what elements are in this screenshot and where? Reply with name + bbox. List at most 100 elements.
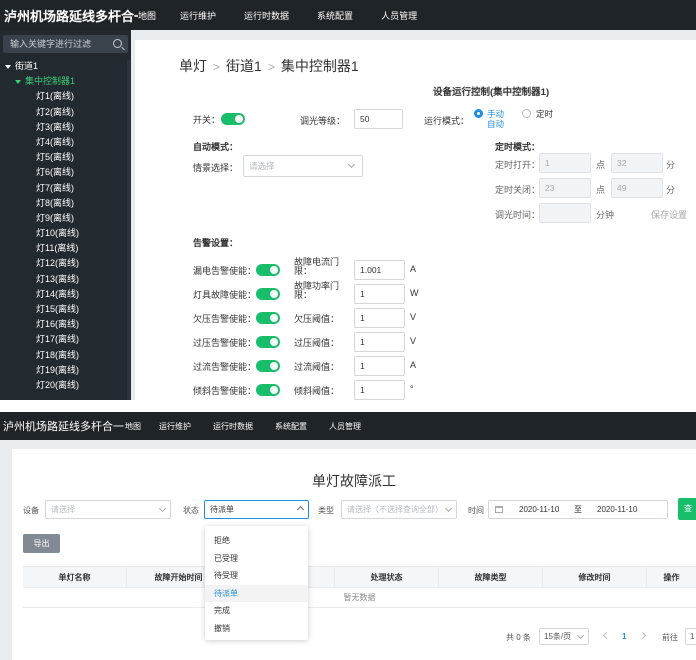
- breadcrumb-lamp[interactable]: 单灯: [179, 58, 207, 74]
- alarm-threshold-input[interactable]: 1: [354, 380, 405, 400]
- status-option[interactable]: 撤销: [205, 620, 308, 637]
- timer-on-minute-input[interactable]: 32: [611, 153, 663, 173]
- tree-node[interactable]: 集中控制器1: [0, 74, 131, 89]
- tree-node-label: 灯19(离线): [36, 364, 80, 375]
- tree-node-label: 灯10(离线): [36, 228, 80, 239]
- nav-system-config[interactable]: 系统配置: [317, 9, 353, 22]
- nav-operation[interactable]: 运行维护: [159, 421, 191, 432]
- tree-node[interactable]: 灯18(离线): [0, 348, 131, 363]
- status-option[interactable]: 待受理: [205, 567, 308, 584]
- tree-node-label: 灯18(离线): [36, 349, 80, 360]
- switch-label: 开关：: [193, 115, 221, 125]
- alarm-enable-toggle[interactable]: [256, 264, 280, 276]
- nav-runtime-data[interactable]: 运行时数据: [244, 9, 289, 22]
- col-operation: 操作: [663, 573, 680, 582]
- col-modified-time[interactable]: 修改时间: [543, 567, 647, 588]
- save-settings-button[interactable]: 保存设置: [651, 208, 687, 221]
- tree-node[interactable]: 灯19(离线): [0, 363, 131, 378]
- alarm-threshold-input[interactable]: 1: [354, 284, 405, 304]
- tree-node-label: 灯9(离线): [36, 212, 74, 223]
- nav-runtime-data[interactable]: 运行时数据: [213, 421, 253, 432]
- tree-node[interactable]: 灯3(离线): [0, 120, 131, 135]
- tree-search-input[interactable]: [3, 35, 111, 53]
- status-filter-label: 状态: [183, 506, 199, 515]
- mode-timer-radio[interactable]: [522, 109, 531, 118]
- status-option[interactable]: 拒绝: [205, 532, 308, 549]
- tree-node[interactable]: 灯10(离线): [0, 226, 131, 241]
- tree-node[interactable]: 灯2(离线): [0, 105, 131, 120]
- nav-user-management[interactable]: 人员管理: [329, 421, 361, 432]
- col-fault-type[interactable]: 故障类型: [439, 567, 543, 588]
- tree-node[interactable]: 灯14(离线): [0, 287, 131, 302]
- alarm-enable-label: 漏电告警使能：: [193, 266, 257, 276]
- pager-goto-input[interactable]: 1: [685, 628, 696, 645]
- tree-node[interactable]: 灯20(离线): [0, 378, 131, 393]
- lamp-control-screen: 泸州机场路延线多杆合一 地图 运行维护 运行时数据 系统配置 人员管理 街道1 集…: [0, 0, 696, 400]
- tree-node[interactable]: 灯16(离线): [0, 317, 131, 332]
- tree-node[interactable]: 灯5(离线): [0, 150, 131, 165]
- alarm-enable-toggle[interactable]: [256, 312, 280, 324]
- breadcrumb-street[interactable]: 街道1: [226, 58, 262, 74]
- type-filter-select[interactable]: 请选择（不选择查询全部）: [341, 500, 457, 519]
- app-title: 泸州机场路延线多杆合一: [4, 8, 138, 24]
- tree-node[interactable]: 街道1: [0, 59, 131, 74]
- alarm-threshold-input[interactable]: 1.001: [354, 260, 405, 280]
- export-button[interactable]: 导出: [23, 534, 60, 553]
- alarm-threshold-input[interactable]: 1: [354, 356, 405, 376]
- alarm-threshold-input[interactable]: 1: [354, 308, 405, 328]
- date-end[interactable]: 2020-11-10: [597, 501, 637, 518]
- mode-manual-radio[interactable]: [474, 109, 483, 118]
- alarm-enable-toggle[interactable]: [256, 336, 280, 348]
- status-option[interactable]: 待派单: [205, 584, 308, 602]
- alarm-threshold-input[interactable]: 1: [354, 332, 405, 352]
- status-option[interactable]: 完成: [205, 602, 308, 619]
- top-nav-bar: 泸州机场路延线多杆合一 地图 运行维护 运行时数据 系统配置 人员管理: [0, 412, 696, 440]
- tree-node[interactable]: 灯12(离线): [0, 256, 131, 271]
- device-filter-select[interactable]: 请选择: [45, 500, 171, 519]
- next-page-icon[interactable]: [638, 631, 647, 640]
- dim-time-label: 调光时间：: [495, 210, 541, 220]
- nav-system-config[interactable]: 系统配置: [275, 421, 307, 432]
- timer-off-minute-input[interactable]: 49: [611, 178, 663, 198]
- alarm-enable-toggle[interactable]: [256, 384, 280, 396]
- pager-current[interactable]: 1: [622, 632, 626, 641]
- mode-timer-label[interactable]: 定时: [536, 108, 553, 120]
- tree-node[interactable]: 灯17(离线): [0, 332, 131, 347]
- col-lamp-name[interactable]: 单灯名称: [23, 567, 127, 588]
- query-button[interactable]: 查: [678, 498, 696, 520]
- mode-auto-label[interactable]: 自动: [487, 118, 504, 130]
- caret-down-icon[interactable]: [15, 79, 21, 84]
- search-icon[interactable]: [113, 39, 122, 48]
- col-process-status[interactable]: 处理状态: [335, 567, 439, 588]
- nav-user-management[interactable]: 人员管理: [381, 9, 417, 22]
- scene-select[interactable]: 请选择: [243, 155, 363, 177]
- nav-map[interactable]: 地图: [138, 9, 156, 22]
- alarm-enable-label: 过流告警使能：: [193, 362, 257, 372]
- dim-time-unit: 分钟: [596, 210, 615, 220]
- tree-node[interactable]: 灯9(离线): [0, 211, 131, 226]
- timer-on-hour-input[interactable]: 1: [539, 153, 591, 173]
- tree-node[interactable]: 灯6(离线): [0, 165, 131, 180]
- date-range-picker[interactable]: 2020-11-10 至 2020-11-10: [488, 500, 668, 519]
- caret-down-icon[interactable]: [5, 64, 11, 69]
- date-start[interactable]: 2020-11-10: [519, 501, 559, 518]
- tree-node[interactable]: 灯8(离线): [0, 196, 131, 211]
- alarm-enable-toggle[interactable]: [256, 360, 280, 372]
- tree-node[interactable]: 灯7(离线): [0, 181, 131, 196]
- tree-node[interactable]: 灯15(离线): [0, 302, 131, 317]
- status-option[interactable]: 已受理: [205, 550, 308, 567]
- power-toggle[interactable]: [221, 113, 245, 125]
- dim-time-input[interactable]: [539, 203, 591, 223]
- tree-node[interactable]: 灯11(离线): [0, 241, 131, 256]
- dim-level-input[interactable]: 50: [354, 109, 403, 129]
- device-tree: 街道1 集中控制器1 灯1(离线) 灯2(离线) 灯3(离线) 灯4(离线) 灯5(离线) 灯…: [0, 59, 131, 393]
- tree-node[interactable]: 灯4(离线): [0, 135, 131, 150]
- timer-off-hour-input[interactable]: 23: [539, 178, 591, 198]
- tree-node[interactable]: 灯13(离线): [0, 272, 131, 287]
- status-filter-select[interactable]: 待派单: [204, 500, 309, 519]
- nav-operation[interactable]: 运行维护: [180, 9, 216, 22]
- nav-map[interactable]: 地图: [125, 421, 141, 432]
- tree-node[interactable]: 灯1(离线): [0, 89, 131, 104]
- alarm-enable-toggle[interactable]: [256, 288, 280, 300]
- prev-page-icon[interactable]: [602, 631, 611, 640]
